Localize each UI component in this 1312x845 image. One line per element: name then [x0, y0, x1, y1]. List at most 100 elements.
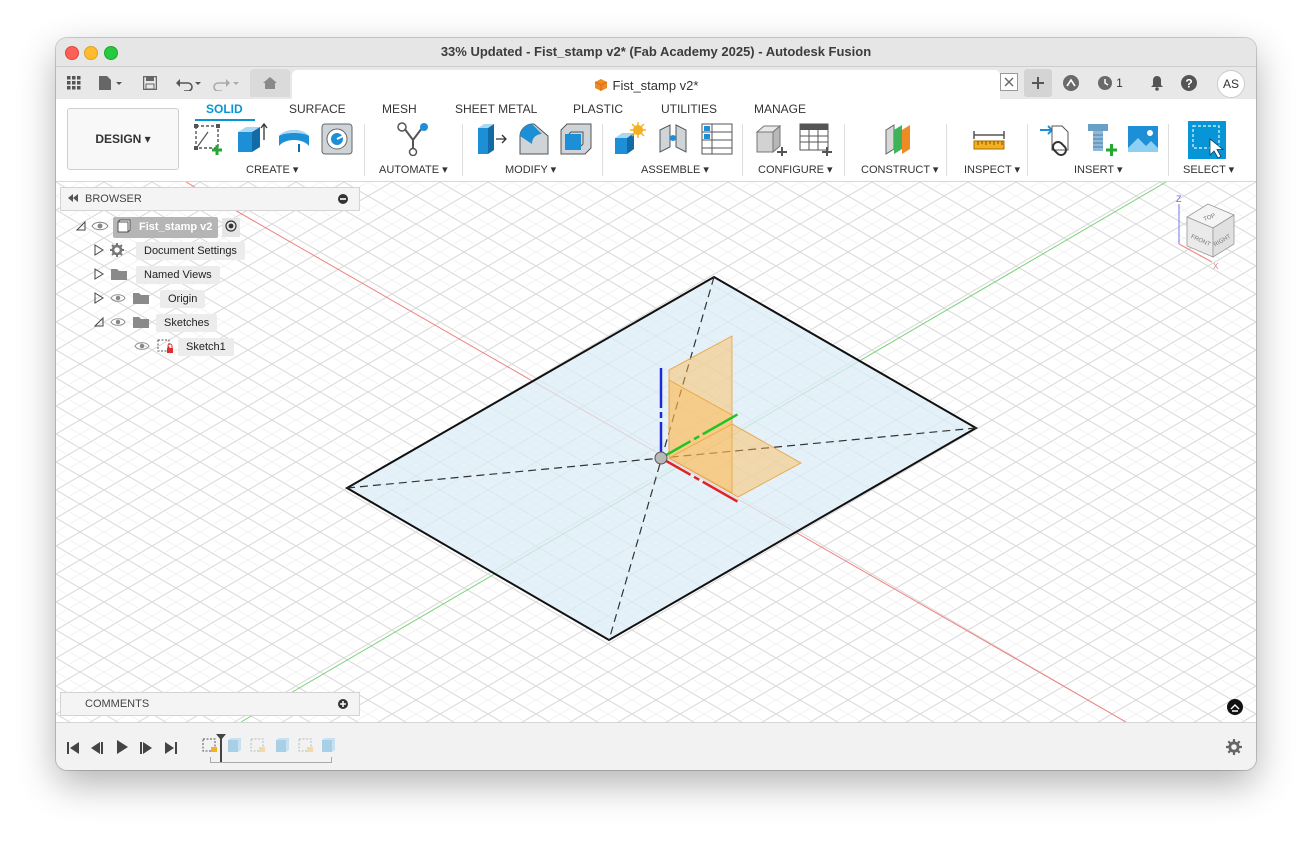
browser-item-document-settings[interactable]: Document Settings — [94, 241, 245, 261]
extension-badge-icon[interactable] — [1227, 699, 1243, 720]
fillet-icon[interactable] — [516, 122, 550, 156]
browser-item-sketch1[interactable]: Sketch1 — [134, 337, 234, 357]
measure-icon[interactable] — [972, 122, 1006, 156]
canvas-viewport[interactable]: TOP FRONT RIGHT Z X BROWSER Fist_stamp v… — [56, 182, 1256, 722]
expand-triangle-icon[interactable] — [94, 267, 104, 283]
extrude-icon[interactable] — [234, 122, 268, 156]
configure-design-icon[interactable] — [755, 122, 789, 157]
shell-icon[interactable] — [559, 122, 593, 156]
automate-group-label[interactable]: AUTOMATE ▾ — [379, 163, 448, 176]
timeline-settings-gear-icon[interactable] — [1226, 739, 1242, 760]
browser-panel-header[interactable]: BROWSER — [60, 187, 360, 211]
insert-derive-icon[interactable] — [1040, 122, 1074, 156]
group-separator — [462, 124, 463, 176]
folder-icon — [110, 267, 128, 284]
joint-icon[interactable] — [656, 122, 690, 156]
close-tab-icon[interactable] — [1000, 73, 1018, 91]
user-avatar[interactable]: AS — [1217, 70, 1245, 98]
visibility-eye-icon[interactable] — [110, 316, 126, 331]
save-icon[interactable] — [142, 73, 158, 93]
panel-minimize-icon[interactable] — [337, 193, 349, 208]
document-tab-title: Fist_stamp v2* — [292, 78, 1000, 95]
assemble-group-label[interactable]: ASSEMBLE ▾ — [641, 163, 709, 176]
select-icon[interactable] — [1188, 121, 1226, 159]
hole-icon[interactable] — [320, 122, 354, 156]
insert-group-label[interactable]: INSERT ▾ — [1074, 163, 1123, 176]
bill-of-materials-icon[interactable] — [700, 122, 734, 156]
create-sketch-icon[interactable] — [193, 122, 227, 156]
timeline-scale — [210, 757, 332, 763]
browser-root-node[interactable]: Fist_stamp v2 — [75, 216, 241, 238]
visibility-eye-icon[interactable] — [110, 292, 126, 307]
comments-panel-header[interactable]: COMMENTS — [60, 692, 360, 716]
notifications-bell-icon[interactable] — [1148, 73, 1166, 93]
component-icon — [117, 219, 131, 236]
insert-mcmaster-icon[interactable] — [1084, 122, 1118, 156]
browser-title: BROWSER — [85, 193, 142, 205]
step-back-icon[interactable] — [90, 741, 104, 760]
revolve-icon[interactable] — [277, 122, 311, 156]
new-component-icon[interactable] — [612, 122, 646, 156]
file-menu-icon[interactable] — [96, 73, 126, 93]
folder-icon — [132, 315, 150, 332]
job-status-icon[interactable]: 1 — [1094, 73, 1126, 93]
tab-mesh[interactable]: MESH — [382, 102, 417, 116]
browser-item-sketches[interactable]: Sketches — [93, 313, 218, 333]
timeline-sketch-feature-icon[interactable] — [250, 737, 266, 758]
configuration-table-icon[interactable] — [798, 122, 832, 157]
activate-component-icon[interactable] — [222, 217, 241, 237]
expand-triangle-icon[interactable] — [94, 291, 104, 307]
tab-sheet-metal[interactable]: SHEET METAL — [455, 102, 537, 116]
offset-plane-icon[interactable] — [882, 122, 916, 156]
help-icon[interactable]: ? — [1180, 73, 1198, 93]
group-separator — [1027, 124, 1028, 176]
play-icon[interactable] — [115, 739, 129, 760]
data-panel-grid-icon[interactable] — [65, 73, 83, 93]
sketch1-label: Sketch1 — [178, 338, 234, 356]
new-tab-icon[interactable] — [1024, 69, 1052, 97]
tab-utilities[interactable]: UTILITIES — [661, 102, 717, 116]
app-window: 33% Updated - Fist_stamp v2* (Fab Academ… — [56, 38, 1256, 770]
timeline-sketch-feature-icon[interactable] — [298, 737, 314, 758]
timeline-extrude-feature-icon[interactable] — [226, 737, 242, 758]
timeline-extrude-feature-icon[interactable] — [274, 737, 290, 758]
create-group-label[interactable]: CREATE ▾ — [246, 163, 298, 176]
go-to-end-icon[interactable] — [164, 741, 178, 760]
modify-group-label[interactable]: MODIFY ▾ — [505, 163, 556, 176]
construct-group-label[interactable]: CONSTRUCT ▾ — [861, 163, 938, 176]
press-pull-icon[interactable] — [474, 122, 508, 156]
automate-icon[interactable] — [396, 122, 430, 157]
configure-group-label[interactable]: CONFIGURE ▾ — [758, 163, 833, 176]
collapse-panel-icon[interactable] — [67, 192, 79, 207]
component-cube-icon — [594, 78, 608, 95]
origin-point[interactable] — [654, 451, 668, 465]
inspect-group-label[interactable]: INSPECT ▾ — [964, 163, 1020, 176]
tab-solid[interactable]: SOLID — [206, 102, 243, 116]
group-separator — [742, 124, 743, 176]
expand-triangle-icon[interactable] — [94, 243, 104, 259]
tab-surface[interactable]: SURFACE — [289, 102, 346, 116]
document-tab[interactable]: Fist_stamp v2* — [292, 70, 1000, 100]
visibility-eye-icon[interactable] — [134, 340, 150, 355]
home-icon[interactable] — [250, 69, 290, 97]
gear-icon — [110, 242, 124, 260]
tab-manage[interactable]: MANAGE — [754, 102, 806, 116]
collapse-triangle-icon[interactable] — [75, 220, 86, 234]
collapse-triangle-icon[interactable] — [93, 316, 104, 330]
add-comment-icon[interactable] — [337, 698, 349, 713]
go-to-start-icon[interactable] — [66, 741, 80, 760]
timeline-extrude-feature-icon[interactable] — [320, 737, 336, 758]
step-forward-icon[interactable] — [139, 741, 153, 760]
browser-item-named-views[interactable]: Named Views — [94, 265, 220, 285]
redo-icon[interactable] — [212, 73, 242, 93]
tab-plastic[interactable]: PLASTIC — [573, 102, 623, 116]
browser-item-origin[interactable]: Origin — [94, 289, 206, 309]
extensions-icon[interactable] — [1061, 73, 1081, 93]
workspace-switcher-button[interactable]: DESIGN ▾ — [67, 108, 179, 170]
viewcube-z-label: Z — [1176, 194, 1182, 204]
select-group-label[interactable]: SELECT ▾ — [1183, 163, 1234, 176]
visibility-eye-icon[interactable] — [91, 220, 109, 235]
group-separator — [364, 124, 365, 176]
undo-icon[interactable] — [174, 73, 204, 93]
insert-canvas-icon[interactable] — [1126, 122, 1160, 156]
